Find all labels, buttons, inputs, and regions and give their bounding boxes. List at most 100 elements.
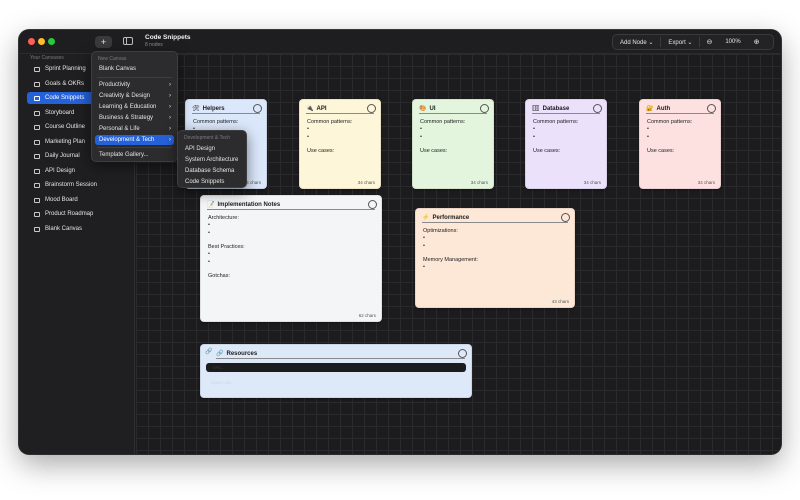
node-title: Performance [432,214,470,221]
url-placeholder: URL... [213,365,226,370]
export-button[interactable]: Export ⌄ [661,39,699,46]
palette-icon: 🎨 [419,106,427,112]
char-count: 34 chars [357,180,375,185]
zoom-window-button[interactable] [48,38,55,45]
menu-item-productivity[interactable]: Productivity › [95,80,174,90]
plug-icon: 🔌 [306,106,314,112]
canvas-icon [34,66,40,72]
node-body[interactable]: Common patterns: • • Use cases: [533,119,600,155]
canvas-area[interactable]: 🛠 Helpers Common patterns: • • Use cases… [136,54,781,454]
node-title: Auth [656,105,671,112]
canvas-icon [34,168,40,174]
submenu-item-code-snippets[interactable]: Code Snippets [181,177,243,187]
sidebar-item-label: Sprint Planning [45,66,86,72]
node-body[interactable]: Optimizations: • • Memory Management: • [423,228,568,272]
zoom-in-icon[interactable]: ⊕ [748,38,766,46]
menu-item-creativity-design[interactable]: Creativity & Design › [95,91,174,101]
node-title: Resources [226,350,258,357]
minimize-window-button[interactable] [38,38,45,45]
char-count: 34 chars [583,180,601,185]
sidebar-item-blank-canvas[interactable]: Blank Canvas [27,223,127,235]
menu-item-template-gallery[interactable]: Template Gallery... [95,150,174,160]
canvas-icon [34,139,40,145]
node-header: 🛠 Helpers [192,104,260,114]
sidebar-item-product-roadmap[interactable]: Product Roadmap [27,208,127,220]
menu-item-business-strategy[interactable]: Business & Strategy › [95,113,174,123]
menu-item-label: Blank Canvas [99,66,137,72]
add-node-button[interactable]: Add Node ⌄ [613,39,660,46]
node-connect-handle[interactable] [253,104,262,113]
node-title: Implementation Notes [217,201,281,208]
lightning-icon: ⚡ [422,215,430,221]
tools-icon: 🛠 [192,106,200,112]
canvas-icon [34,211,40,217]
node-connect-handle[interactable] [368,200,377,209]
node-header: 🔗 Resources [216,349,465,359]
node-body[interactable]: Architecture: • • Best Practices: • • Go… [208,215,375,281]
sidebar-item-label: Blank Canvas [45,226,83,232]
node-connect-handle[interactable] [458,349,467,358]
menu-item-personal-life[interactable]: Personal & Life › [95,124,174,134]
canvas-toolbar: Add Node ⌄ Export ⌄ ⊖ 100% ⊕ [612,34,774,50]
canvas-icon [34,226,40,232]
node-api[interactable]: 🔌 API Common patterns: • • Use cases: 34… [299,99,381,189]
chevron-right-icon: › [169,115,171,121]
sidebar-item-brainstorm-session[interactable]: Brainstorm Session [27,179,127,191]
node-resources[interactable]: 🔗 🔗 Resources URL... Open Link [200,344,472,398]
node-header: 🔌 API [306,104,374,114]
node-body[interactable]: Common patterns: • • Use cases: [420,119,487,155]
link-icon: 🔗 [205,349,213,355]
char-count: 34 chars [470,180,488,185]
sidebar-item-label: Code Snippets [45,95,85,101]
zoom-out-icon[interactable]: ⊖ [700,38,718,46]
node-connect-handle[interactable] [367,104,376,113]
menu-item-label: Development & Tech [99,137,155,143]
sidebar-item-label: Mood Board [45,197,78,203]
node-auth[interactable]: 🔐 Auth Common patterns: • • Use cases: 3… [639,99,721,189]
sidebar-toggle-icon[interactable] [123,37,133,45]
node-connect-handle[interactable] [561,213,570,222]
node-connect-handle[interactable] [593,104,602,113]
node-title: Database [542,105,570,112]
sidebar-item-mood-board[interactable]: Mood Board [27,194,127,206]
node-connect-handle[interactable] [480,104,489,113]
sidebar-item-label: API Design [45,168,76,174]
new-canvas-menu: New Canvas Blank Canvas Productivity › Cr… [91,51,178,162]
menu-item-development-tech[interactable]: Development & Tech › [95,135,174,145]
menu-divider [97,147,172,148]
canvas-icon [34,95,40,101]
submenu-item-database-schema[interactable]: Database Schema [181,166,243,176]
chevron-right-icon: › [169,126,171,132]
document-title: Code Snippets [145,34,191,41]
node-database[interactable]: 🗄 Database Common patterns: • • Use case… [525,99,607,189]
menu-item-label: Template Gallery... [99,152,149,158]
menu-item-learning-education[interactable]: Learning & Education › [95,102,174,112]
node-body[interactable]: Common patterns: • • Use cases: [307,119,374,155]
canvas-icon [34,81,40,87]
node-body[interactable]: Common patterns: • • Use cases: [647,119,714,155]
open-link-button[interactable]: Open Link [211,380,232,385]
menu-item-blank-canvas[interactable]: Blank Canvas [95,64,174,74]
sidebar-item-label: Brainstorm Session [45,182,98,188]
node-header: 📝 Implementation Notes [207,200,375,210]
menu-item-label: Personal & Life [99,126,140,132]
node-performance[interactable]: ⚡ Performance Optimizations: • • Memory … [415,208,575,308]
char-count: 43 chars [551,299,569,304]
node-implementation-notes[interactable]: 📝 Implementation Notes Architecture: • •… [200,195,382,322]
node-connect-handle[interactable] [707,104,716,113]
canvas-icon [34,153,40,159]
template-submenu: Development & Tech API Design System Arc… [177,130,247,188]
url-input[interactable]: URL... [206,363,466,372]
sidebar-item-api-design[interactable]: API Design [27,165,127,177]
char-count: 62 chars [358,313,376,318]
close-window-button[interactable] [28,38,35,45]
menu-item-label: Database Schema [185,168,235,174]
submenu-item-api-design[interactable]: API Design [181,144,243,154]
canvas-icon [34,110,40,116]
sidebar-item-label: Course Outline [45,124,86,130]
submenu-item-system-architecture[interactable]: System Architecture [181,155,243,165]
menu-item-label: Learning & Education [99,104,157,110]
node-header: 🔐 Auth [646,104,714,114]
node-ui[interactable]: 🎨 UI Common patterns: • • Use cases: 34 … [412,99,494,189]
new-canvas-button[interactable]: + [95,36,112,48]
